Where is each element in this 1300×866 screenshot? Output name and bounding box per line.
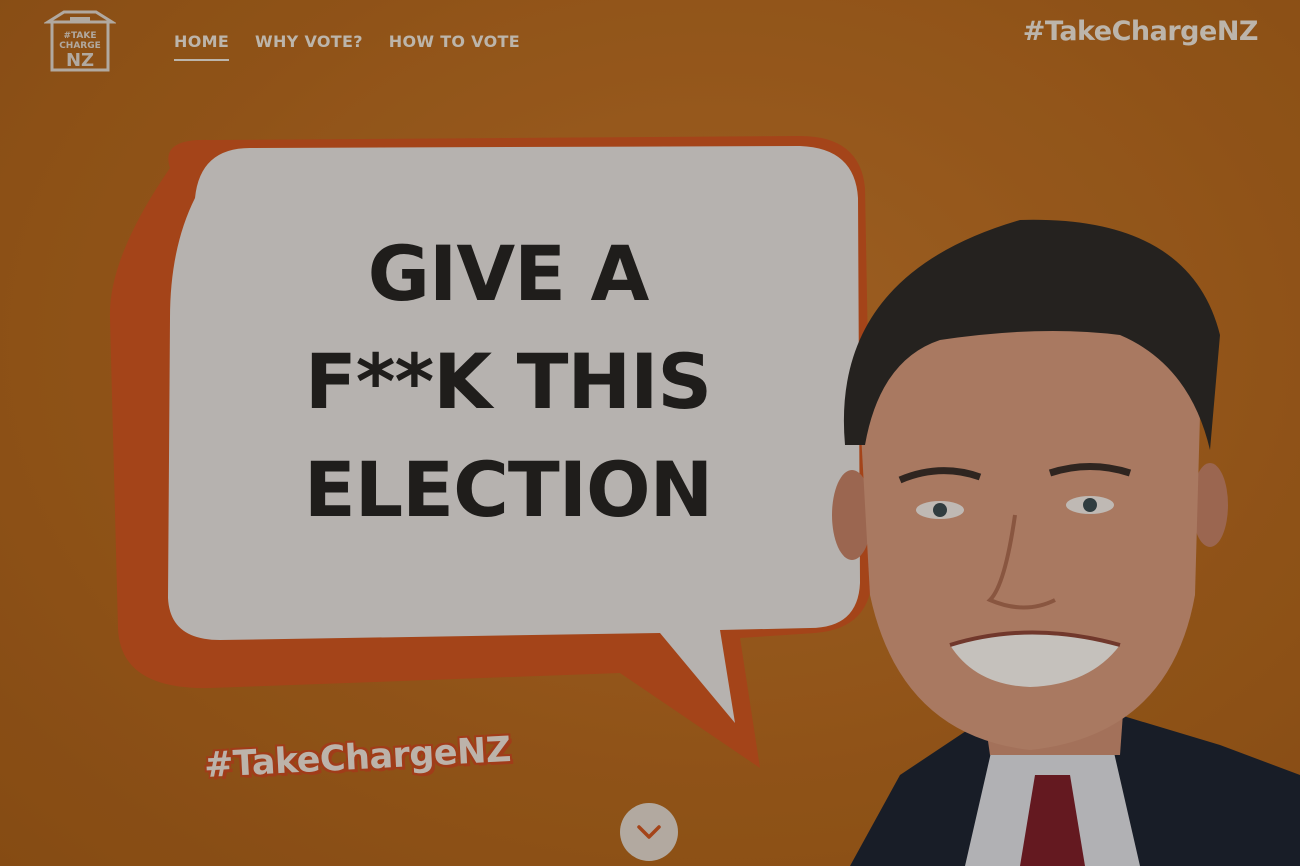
scroll-down-button[interactable] (620, 803, 678, 861)
headline-line-3: ELECTION (303, 445, 713, 534)
header-hashtag[interactable]: #TakeChargeNZ (1023, 16, 1259, 47)
hero-headline: GIVE A F**K THIS ELECTION (178, 220, 838, 544)
chevron-down-icon (637, 825, 661, 839)
nav-why-vote[interactable]: WHY VOTE? (255, 32, 363, 61)
headline-line-2: F**K THIS (304, 337, 712, 426)
logo-line-3: NZ (66, 50, 94, 71)
candidate-photo (832, 219, 1300, 866)
nav-how-to-vote[interactable]: HOW TO VOTE (389, 32, 520, 61)
logo-line-1: #TAKE (63, 31, 96, 41)
headline-line-1: GIVE A (367, 229, 650, 318)
nav-home[interactable]: HOME (174, 32, 230, 61)
main-nav: HOME WHY VOTE? HOW TO VOTE (174, 32, 520, 61)
takecharge-logo[interactable]: #TAKE CHARGE NZ (44, 8, 116, 74)
